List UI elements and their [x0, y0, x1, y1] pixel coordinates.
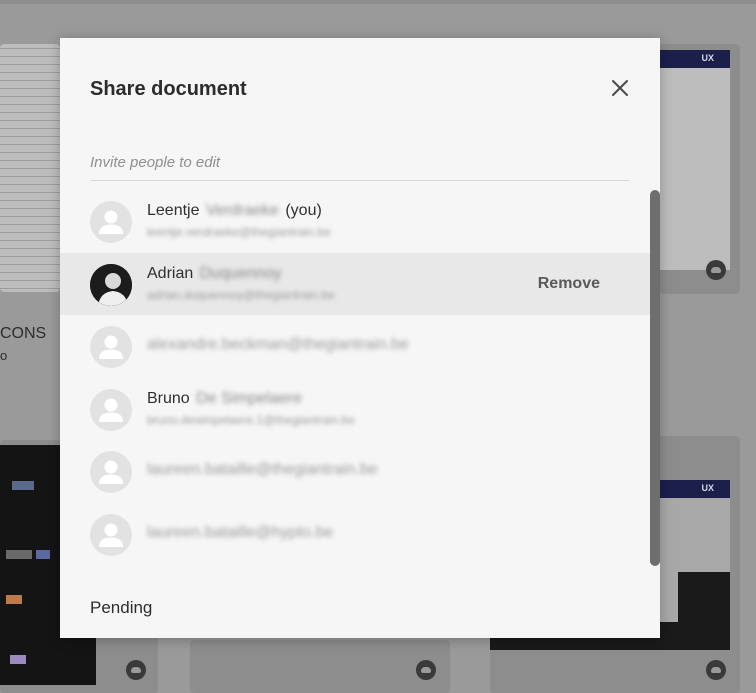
- person-icon: [99, 523, 123, 547]
- first-name: Adrian: [147, 264, 194, 282]
- remove-button[interactable]: Remove: [538, 275, 600, 293]
- collaborator-row[interactable]: Bruno De Simpelaere bruno.desimpelaere.1…: [60, 378, 650, 441]
- cloud-icon: [126, 660, 146, 680]
- close-icon: [612, 80, 628, 96]
- avatar: [90, 263, 132, 306]
- you-indicator: (you): [285, 202, 322, 219]
- last-name: De Simpelaere: [196, 389, 302, 407]
- cloud-icon: [706, 660, 726, 680]
- document-card-middle-bottom[interactable]: [190, 640, 450, 693]
- scrollbar[interactable]: [650, 190, 660, 566]
- avatar: [90, 388, 132, 431]
- collaborator-name: Bruno De Simpelaere: [147, 390, 304, 408]
- collaborator-name: Leentje Verdraeke (you): [147, 202, 322, 220]
- close-button[interactable]: [608, 76, 632, 100]
- collaborator-email: adrian.duquennoy@thegiantrain.be: [147, 287, 335, 302]
- avatar: [90, 201, 132, 243]
- document-thumbnail: [0, 44, 60, 292]
- document-card-title: CONS: [0, 325, 47, 342]
- collaborator-row[interactable]: alexandre.beckman@thegiantrain.be: [60, 315, 650, 378]
- document-card-right-top[interactable]: UX: [660, 44, 740, 294]
- collaborator-list: Leentje Verdraeke (you) leentje.verdraek…: [60, 190, 650, 565]
- collaborator-row[interactable]: Leentje Verdraeke (you) leentje.verdraek…: [60, 190, 650, 253]
- profile-photo: [90, 263, 132, 306]
- invite-people-input[interactable]: [90, 145, 630, 181]
- avatar: [90, 451, 132, 493]
- collaborator-email: bruno.desimpelaere.1@thegiantrain.be: [147, 412, 355, 427]
- first-name: Leentje: [147, 202, 200, 219]
- collaborator-row[interactable]: laureen.bataille@hypto.be: [60, 503, 650, 566]
- collaborator-row[interactable]: Adrian Duquennoy adrian.duquennoy@thegia…: [60, 252, 650, 315]
- person-icon: [99, 398, 123, 422]
- document-thumbnail: UX: [660, 50, 730, 270]
- cloud-icon: [706, 260, 726, 280]
- person-icon: [99, 210, 123, 234]
- person-icon: [99, 460, 123, 484]
- app-header-strip: [0, 0, 756, 4]
- collaborator-email: alexandre.beckman@thegiantrain.be: [147, 336, 409, 353]
- dialog-title: Share document: [90, 78, 247, 100]
- collaborator-email: laureen.bataille@hypto.be: [147, 523, 334, 541]
- collaborator-name: Adrian Duquennoy: [147, 265, 284, 283]
- pending-section-heading: Pending: [90, 598, 153, 617]
- last-name: Duquennoy: [199, 264, 282, 282]
- collaborator-email: laureen.bataille@thegiantrain.be: [147, 461, 378, 478]
- thumb-badge: UX: [701, 53, 714, 63]
- person-icon: [99, 335, 123, 359]
- share-document-dialog: Share document Leentje Verdraeke (you) l…: [60, 38, 660, 638]
- cloud-icon: [416, 660, 436, 680]
- collaborator-email: leentje.verdraeke@thegiantrain.be: [147, 225, 331, 239]
- avatar: [90, 513, 132, 556]
- document-card-subtitle: o: [0, 348, 8, 363]
- collaborator-row[interactable]: laureen.bataille@thegiantrain.be: [60, 440, 650, 503]
- thumb-badge: UX: [701, 483, 714, 493]
- avatar: [90, 326, 132, 368]
- document-card-left-top[interactable]: [0, 44, 60, 292]
- last-name: Verdraeke: [205, 202, 279, 219]
- first-name: Bruno: [147, 389, 190, 407]
